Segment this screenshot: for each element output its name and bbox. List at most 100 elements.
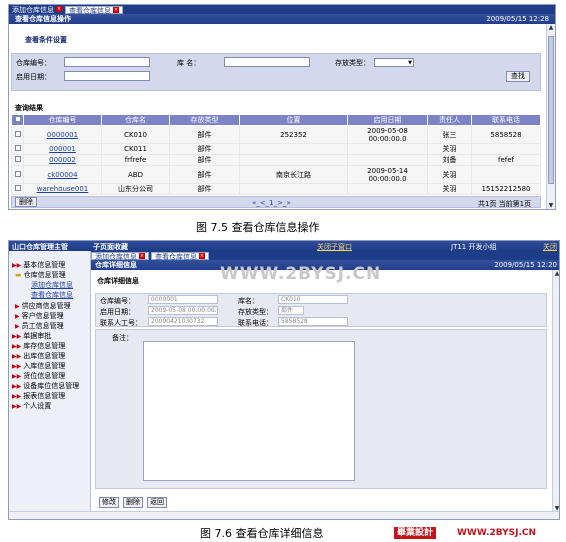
nav-inbound[interactable]: ▶▶ 入库信息管理 [12,361,65,371]
date-display: 2009/05/15 12:20 [494,261,557,269]
caret-right-icon: ▶▶ [12,383,22,390]
nav-add-warehouse[interactable]: 添加仓库信息 [31,280,73,290]
caret-right-icon: ▶ [15,313,20,320]
vertical-scrollbar[interactable]: ▲ ▼ [546,24,555,209]
delete-button[interactable]: 删除 [15,197,37,207]
date-cell [347,183,428,195]
row-select-cell[interactable] [11,143,24,155]
delete-button[interactable]: 删除 [123,497,143,508]
warehouse-no-cell[interactable]: ck00004 [23,165,102,184]
warehouse-no-cell[interactable]: 000002 [23,154,102,166]
nav-supplier-info[interactable]: ▶ 供应商信息管理 [15,301,71,311]
nav-employee-info[interactable]: ▶ 员工信息管理 [15,321,64,331]
row-select-cell[interactable] [11,165,24,184]
location-cell: 252352 [239,125,348,144]
nav-basic-info[interactable]: ▶▶ 基本信息管理 [12,260,65,270]
name-cell: ABD [101,165,170,184]
nav-equipment[interactable]: ▶▶ 设备库位信息管理 [12,381,79,391]
nav-personal[interactable]: ▶▶ 个人设置 [12,401,51,411]
caret-right-icon: ▶▶ [12,363,22,370]
memo-textarea[interactable] [143,341,355,481]
edit-button[interactable]: 修改 [99,497,119,508]
column-header: 责任人 [427,114,472,126]
row-select-cell[interactable] [11,154,24,166]
nav-inventory[interactable]: ▶▶ 库存信息管理 [12,341,65,351]
table-header-row: 仓库编号 仓库名 存放类型 位置 启用日期 责任人 联系电话 [11,114,541,126]
name-label: 库名： [238,297,259,305]
caret-right-icon: ▶▶ [12,403,22,410]
app-header: 山口仓库管理主管 子页面收藏 关闭子窗口 JT11 开发小组 关闭 [9,241,559,251]
nav-reports[interactable]: ▶▶ 报表信息管理 [12,391,65,401]
table-row: 0000001 CK010 部件 252352 2009-05-08 00:00… [11,125,541,144]
row-select-cell[interactable] [11,183,24,195]
caret-right-icon: ▶▶ [12,393,22,400]
search-button[interactable]: 查找 [506,71,530,82]
name-cell: CK011 [101,143,170,155]
warehouse-no-input[interactable] [64,57,150,67]
row-checkbox[interactable] [14,170,21,177]
name-cell: 山东分公司 [101,183,170,195]
date-cell [347,154,428,166]
scroll-thumb[interactable] [548,36,554,184]
person-cell: 张三 [427,125,472,144]
name-input[interactable] [224,57,310,67]
nav-warehouse-info[interactable]: ▬ 仓库信息管理 [15,270,66,280]
vertical-scrollbar[interactable]: ▲ ▼ [552,270,559,513]
location-cell: 南京长江路 [239,165,348,184]
nav-approval[interactable]: ▶▶ 单据审批 [12,331,51,341]
row-checkbox[interactable] [14,185,21,191]
start-date-input[interactable] [64,71,150,81]
warehouse-no-cell[interactable]: 0000001 [23,125,102,144]
tab-add-warehouse[interactable]: 添加仓库信息 × [9,5,65,14]
name-cell: frfrefe [101,154,170,166]
select-all-header[interactable] [11,114,24,126]
location-cell [239,183,348,195]
row-checkbox[interactable] [14,130,21,137]
nav-location[interactable]: ▶▶ 货位信息管理 [12,371,65,381]
nav-outbound[interactable]: ▶▶ 出库信息管理 [12,351,65,361]
table-footer: 删除 «_<_1_>_» 共1页 当前第1页 [11,196,541,208]
nav-view-warehouse[interactable]: 查看仓库信息 [31,290,73,300]
column-header: 存放类型 [169,114,240,126]
filter-section-title: 查看条件设置 [25,36,67,44]
start-date-label: 启用日期： [100,308,135,316]
close-icon[interactable]: × [56,5,62,12]
close-icon[interactable]: × [139,252,145,259]
storage-type-select[interactable] [374,58,414,67]
tab-label: 添加仓库信息 [12,5,54,14]
warehouse-no-link[interactable]: warehouse001 [37,185,89,193]
watermark: WWW.2BYSJ.CN [220,264,382,284]
page-info: 共1页 当前第1页 [478,200,532,208]
folder-icon: ▬ [15,271,22,279]
close-icon[interactable]: × [113,6,119,13]
pager[interactable]: «_<_1_>_» [252,199,291,207]
warehouse-no-link[interactable]: 0000001 [47,131,78,139]
scroll-up-icon[interactable]: ▲ [547,24,555,32]
nav-customer-info[interactable]: ▶ 客户信息管理 [15,311,64,321]
brand-url: WWW.2BYSJ.CN [457,528,537,538]
row-checkbox[interactable] [14,156,21,162]
tab-view-warehouse[interactable]: 查看仓库信息 × [65,5,123,15]
select-all-checkbox[interactable] [14,116,21,122]
person-cell: 关羽 [427,165,472,184]
row-select-cell[interactable] [11,125,24,144]
close-icon[interactable]: × [199,252,205,259]
column-header: 仓库名 [101,114,170,126]
page-title: 查看仓库信息操作 [15,15,71,23]
row-checkbox[interactable] [14,145,21,151]
horizontal-scrollbar[interactable] [9,511,559,519]
tab-view-warehouse[interactable]: 查看仓库信息 × [151,251,209,261]
table-row: 000001 CK011 部件 关羽 [11,143,541,155]
warehouse-no-link[interactable]: ck00004 [47,171,77,179]
warehouse-no-cell[interactable]: 000001 [23,143,102,155]
tab-add-warehouse[interactable]: 添加仓库信息 × [91,251,149,261]
date-cell: 2009-05-14 00:00:00.0 [347,165,428,184]
warehouse-no-cell[interactable]: warehouse001 [23,183,102,195]
warehouse-no-link[interactable]: 000001 [49,145,76,153]
type-cell: 部件 [169,165,240,184]
warehouse-no-link[interactable]: 000002 [49,156,76,164]
type-cell: 部件 [169,183,240,195]
scroll-down-icon[interactable]: ▼ [547,202,555,209]
back-button[interactable]: 返回 [147,497,167,508]
scroll-up-icon[interactable]: ▲ [553,270,559,278]
